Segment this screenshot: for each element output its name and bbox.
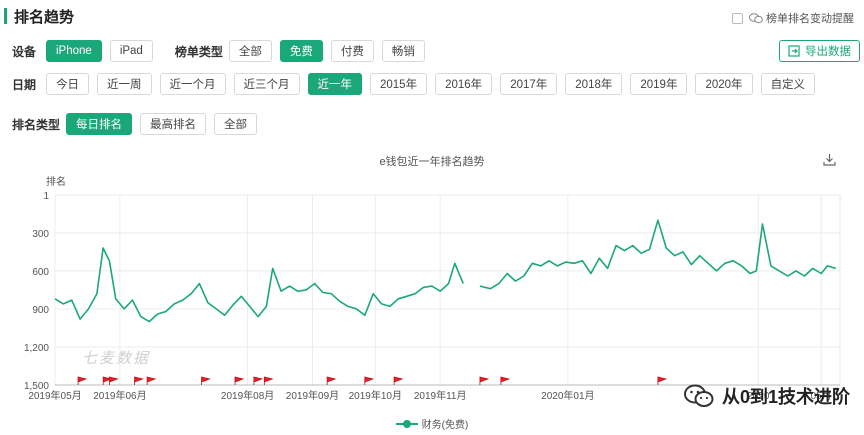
- event-flag-icon: [263, 376, 274, 385]
- x-tick-label: 2019年10月: [349, 389, 402, 402]
- export-data-button[interactable]: 导出数据: [779, 40, 860, 62]
- watermark: 七麦数据: [82, 350, 151, 367]
- rank-type-highest-button[interactable]: 最高排名: [140, 113, 206, 135]
- date-2019-button[interactable]: 2019年: [630, 73, 688, 95]
- list-type-paid-button[interactable]: 付费: [330, 40, 374, 62]
- header-accent-bar: [4, 8, 7, 24]
- reminder-label: 榜单排名变动提醒: [766, 13, 854, 25]
- event-flag-icon: [364, 376, 375, 385]
- date-week-button[interactable]: 近一周: [97, 73, 152, 95]
- wechat-logo-icon: [683, 384, 714, 407]
- y-tick-label: 1,200: [24, 343, 49, 354]
- date-month-button[interactable]: 近一个月: [159, 73, 226, 95]
- event-flag-icon: [326, 376, 337, 385]
- plot-area: [54, 194, 841, 386]
- event-flag-icon: [77, 376, 88, 385]
- x-tick-label: 2020年01月: [541, 389, 594, 402]
- legend-marker: [395, 419, 418, 428]
- rank-type-row: 排名类型 每日排名 最高排名 全部: [12, 113, 265, 135]
- date-row: 日期 今日 近一周 近一个月 近三个月 近一年 2015年 2016年 2017…: [12, 73, 823, 95]
- export-label: 导出数据: [805, 46, 851, 58]
- x-tick-label: 2019年05月: [28, 389, 81, 402]
- rank-trend-chart: e钱包近一年排名趋势 排名 1 300 600 900 1,200 1,500 2019年0…: [0, 145, 864, 435]
- legend-label: 财务(免费): [421, 420, 469, 431]
- event-flag-icon: [253, 376, 264, 385]
- chart-legend[interactable]: 财务(免费): [0, 416, 864, 431]
- event-flag-icon: [500, 376, 511, 385]
- y-tick-label: 1: [43, 191, 49, 202]
- rank-change-reminder[interactable]: 榜单排名变动提醒: [732, 10, 854, 26]
- date-today-button[interactable]: 今日: [46, 73, 89, 95]
- event-flag-icon: [234, 376, 245, 385]
- date-year-button[interactable]: 近一年: [307, 73, 362, 95]
- account-name: 从0到1技术进阶: [721, 387, 850, 407]
- date-2020-button[interactable]: 2020年: [695, 73, 753, 95]
- x-tick-label: 2019年11月: [414, 389, 467, 402]
- event-flag-icon: [134, 376, 144, 385]
- date-2015-button[interactable]: 2015年: [370, 73, 428, 95]
- device-label: 设备: [12, 44, 37, 59]
- date-2018-button[interactable]: 2018年: [565, 73, 623, 95]
- list-type-label: 榜单类型: [174, 44, 223, 59]
- event-flag-icon: [657, 376, 668, 385]
- series-line: [479, 219, 837, 290]
- event-flag-icon: [479, 376, 490, 385]
- event-flag-icon: [201, 376, 211, 385]
- date-three-months-button[interactable]: 近三个月: [233, 73, 300, 95]
- date-2016-button[interactable]: 2016年: [435, 73, 493, 95]
- list-type-free-button[interactable]: 免费: [279, 40, 323, 62]
- section-header: 排名趋势: [4, 6, 74, 26]
- device-iphone-button[interactable]: iPhone: [46, 40, 102, 62]
- date-label: 日期: [12, 77, 37, 92]
- reminder-checkbox[interactable]: [732, 12, 743, 24]
- date-custom-button[interactable]: 自定义: [760, 73, 816, 95]
- device-row: 设备 iPhone iPad 榜单类型 全部 免费 付费 畅销: [12, 40, 433, 62]
- rank-type-label: 排名类型: [12, 117, 61, 132]
- y-tick-label: 900: [32, 305, 49, 316]
- event-flag-icon: [146, 376, 157, 385]
- device-ipad-button[interactable]: iPad: [109, 40, 153, 62]
- rank-type-daily-button[interactable]: 每日排名: [66, 113, 132, 135]
- event-flag-icon: [393, 376, 404, 385]
- list-type-grossing-button[interactable]: 畅销: [381, 40, 425, 62]
- x-tick-label: 2019年06月: [93, 389, 146, 402]
- page-title: 排名趋势: [14, 8, 75, 26]
- date-2017-button[interactable]: 2017年: [500, 73, 558, 95]
- event-flag-icon: [109, 376, 119, 385]
- x-tick-label: 2019年08月: [221, 389, 274, 402]
- list-type-all-button[interactable]: 全部: [228, 40, 272, 62]
- x-tick-label: 2019年09月: [286, 389, 339, 402]
- y-tick-label: 600: [32, 267, 49, 278]
- account-watermark: 从0到1技术进阶: [683, 383, 850, 409]
- export-icon: [788, 45, 800, 57]
- y-tick-label: 300: [32, 229, 49, 240]
- series-line: [54, 247, 464, 323]
- rank-type-all-button[interactable]: 全部: [214, 113, 257, 135]
- wechat-icon: [749, 12, 763, 23]
